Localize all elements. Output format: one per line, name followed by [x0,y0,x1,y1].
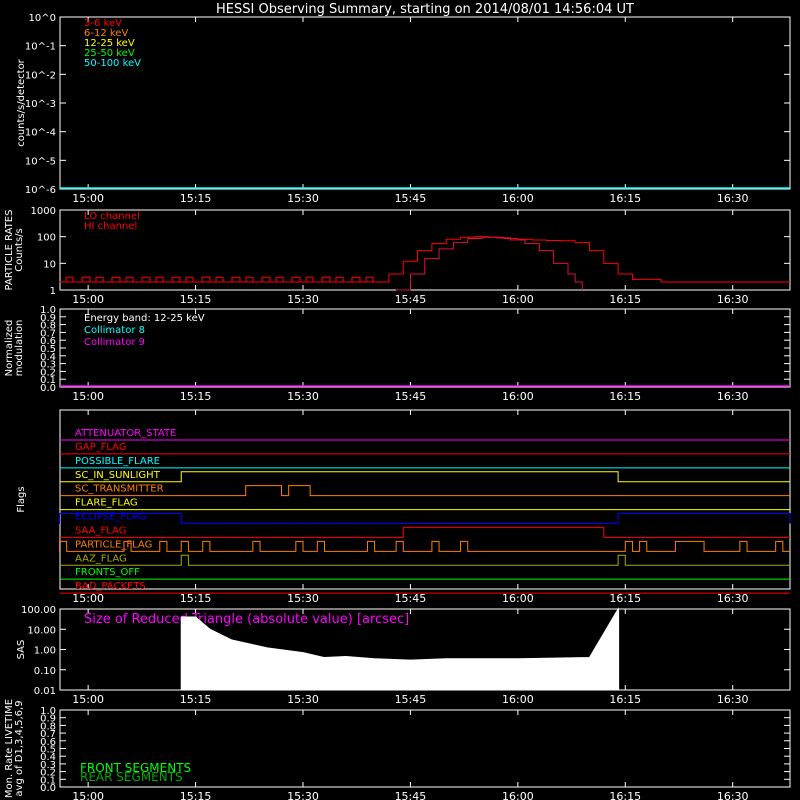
livetime-x-tick-label: 16:00 [502,790,534,800]
particle-rates-ylabel: Counts/s [14,228,25,272]
sas-x-tick-label: 16:15 [609,693,641,706]
flags-flag-label: SC_TRANSMITTER [75,484,164,495]
sas-y-tick-label: 0.10 [34,666,56,677]
modulation-x-tick-label: 15:15 [180,390,212,403]
flags-x-tick-label: 16:30 [717,592,749,605]
livetime-x-tick-label: 16:15 [609,790,641,800]
modulation-x-tick-label: 16:15 [609,390,641,403]
spectrum-legend-item: 50-100 keV [84,58,141,69]
spectrum-y-tick-label: 10^-1 [25,42,56,53]
sas-x-tick-label: 15:45 [395,693,427,706]
sas-y-tick-label: 0.01 [34,686,56,697]
spectrum-x-tick-label: 16:00 [502,192,534,205]
flags-x-tick-label: 15:45 [395,592,427,605]
spectrum-y-tick-label: 10^-3 [25,99,56,110]
flags-x-tick-label: 15:00 [72,592,104,605]
flags-flag-label: FRONTS_OFF [75,567,140,578]
livetime-y-tick-label: 1.0 [40,706,56,717]
flags-flag-label: AAZ_FLAG [75,553,127,564]
spectrum-x-tick-label: 15:30 [287,192,319,205]
observing-summary-figure: HESSI Observing Summary, starting on 201… [0,0,800,800]
spectrum-y-tick-label: 10^-4 [25,128,56,139]
sas-y-tick-label: 1.00 [34,646,56,657]
spectrum-x-tick-label: 16:30 [717,192,749,205]
flags-flag-label: SC_IN_SUNLIGHT [75,470,161,481]
spectrum-y-tick-label: 10^-6 [25,185,56,196]
spectrum-x-tick-label: 15:45 [395,192,427,205]
particle-rates-x-tick-label: 16:30 [717,293,749,306]
modulation-legend-item: Collimator 8 [84,325,145,336]
livetime-x-tick-label: 15:15 [180,790,212,800]
modulation-x-tick-label: 16:30 [717,390,749,403]
flags-flag-label: SAA_FLAG [75,525,126,536]
spectrum-x-tick-label: 16:15 [609,192,641,205]
flags-x-tick-label: 16:15 [609,592,641,605]
sas-x-tick-label: 15:30 [287,693,319,706]
modulation-y-tick-label: 1.0 [40,305,56,316]
particle-rates-legend-item: HI channel [84,221,137,232]
sas-x-tick-label: 16:30 [717,693,749,706]
modulation-x-tick-label: 16:00 [502,390,534,403]
spectrum-y-tick-label: 10^-5 [25,156,56,167]
livetime-legend-item: REAR SEGMENTS [80,770,183,784]
flags-flag-label: FLARE_FLAG [75,498,138,509]
modulation-ylabel: modulation [14,320,25,377]
flags-x-tick-label: 15:30 [287,592,319,605]
livetime-x-tick-label: 15:30 [287,790,319,800]
particle-rates-x-tick-label: 16:00 [502,293,534,306]
spectrum-y-tick-label: 10^-2 [25,70,56,81]
sas-ylabel: SAS [16,640,27,660]
sas-y-tick-label: 100.00 [21,605,56,616]
livetime-x-tick-label: 15:00 [72,790,104,800]
livetime-ylabel: avg of D1,3,4,5,6,9 [14,700,25,796]
particle-rates-x-tick-label: 15:45 [395,293,427,306]
flags-x-tick-label: 16:00 [502,592,534,605]
sas-annotation: Size of Reduced Triangle (absolute value… [84,612,409,627]
particle-rates-y-tick-label: 100 [37,233,56,244]
flags-flag-label: GAP_FLAG [75,442,127,453]
spectrum-x-tick-label: 15:15 [180,192,212,205]
particle-rates-y-tick-label: 1000 [31,206,56,217]
particle-rates-x-tick-label: 16:15 [609,293,641,306]
livetime-x-tick-label: 15:45 [395,790,427,800]
spectrum-ylabel: counts/s/detector [16,58,27,146]
spectrum-x-tick-label: 15:00 [72,192,104,205]
chart-title: HESSI Observing Summary, starting on 201… [216,2,634,17]
sas-y-tick-label: 10.00 [27,625,56,636]
modulation-x-tick-label: 15:45 [395,390,427,403]
flags-flag-label: ATTENUATOR_STATE [75,428,176,439]
flags-flag-label: PARTICLE_FLAG [75,539,152,550]
flags-x-tick-label: 15:15 [180,592,212,605]
modulation-legend-item: Collimator 9 [84,337,145,348]
flags-flag-label: BAD_PACKETS [75,581,146,592]
sas-x-tick-label: 15:00 [72,693,104,706]
flags-flag-label: POSSIBLE_FLARE [75,456,160,467]
particle-rates-y-tick-label: 1 [50,286,56,297]
particle-rates-x-tick-label: 15:00 [72,293,104,306]
sas-x-tick-label: 15:15 [180,693,212,706]
spectrum-y-tick-label: 10^0 [29,13,56,24]
modulation-legend-item: Energy band: 12-25 keV [84,313,205,324]
particle-rates-x-tick-label: 15:15 [180,293,212,306]
particle-rates-x-tick-label: 15:30 [287,293,319,306]
particle-rates-y-tick-label: 10 [43,259,56,270]
modulation-x-tick-label: 15:00 [72,390,104,403]
modulation-x-tick-label: 15:30 [287,390,319,403]
livetime-x-tick-label: 16:30 [717,790,749,800]
sas-x-tick-label: 16:00 [502,693,534,706]
flags-ylabel: Flags [16,486,27,512]
